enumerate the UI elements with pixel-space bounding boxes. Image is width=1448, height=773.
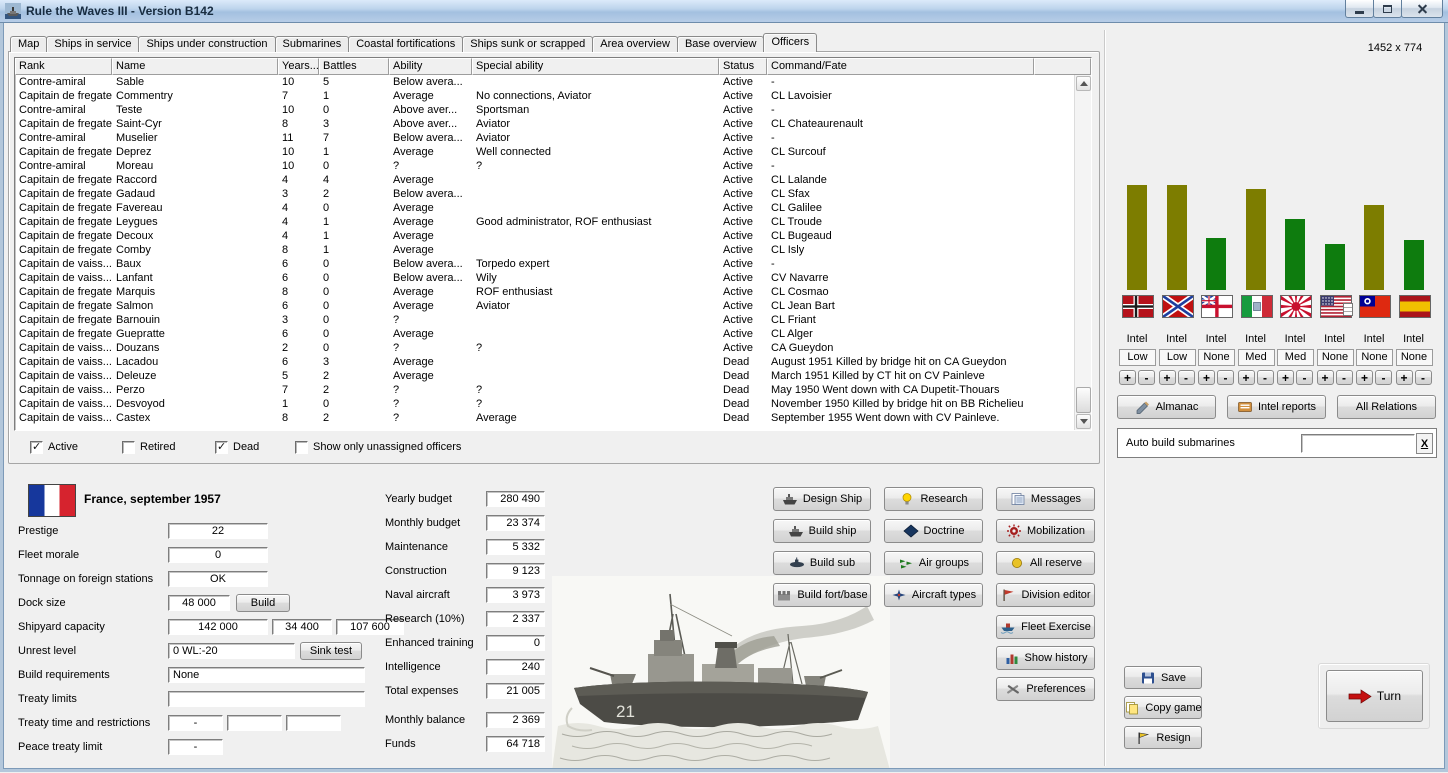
right-panel: IntelLow+-IntelLow+-IntelNone+-IntelMed+… [0,0,1448,772]
relation-minus-button[interactable]: - [1178,370,1195,385]
intel-label: Intel [1196,333,1236,345]
button-all-relations[interactable]: All Relations [1337,395,1436,419]
tab-base-overview[interactable]: Base overview [677,36,765,52]
intel-label: Intel [1394,333,1434,345]
chart-bar [1127,185,1147,290]
minimize-button[interactable] [1345,0,1374,18]
panel-divider [1104,30,1106,766]
chart-bar [1364,205,1384,290]
almanac-icon [1135,400,1151,414]
intel-label: Intel [1354,333,1394,345]
button-almanac[interactable]: Almanac [1117,395,1216,419]
tab-bar: MapShips in serviceShips under construct… [10,33,817,52]
app-icon [5,3,21,19]
button-intel-reports[interactable]: Intel reports [1227,395,1326,419]
button-label: All Relations [1356,401,1417,413]
china-flag-icon [1359,295,1391,318]
germany-flag-icon [1122,295,1154,318]
relation-minus-button[interactable]: - [1336,370,1353,385]
intel-level-value: Low [1119,349,1156,366]
intel-label: Intel [1315,333,1355,345]
button-label: Intel reports [1258,401,1316,413]
chart-bar [1206,238,1226,290]
auto-build-close-button[interactable]: X [1416,433,1433,454]
maximize-icon [1383,5,1392,13]
close-icon [1417,3,1428,14]
tab-coastal-fortifications[interactable]: Coastal fortifications [348,36,463,52]
intel-level-value: None [1356,349,1393,366]
close-button[interactable] [1401,0,1443,18]
turn-arrow-icon [1348,689,1372,704]
intel-label: Intel [1157,333,1197,345]
titlebar: Rule the Waves III - Version B142 [0,0,1448,23]
relation-minus-button[interactable]: - [1415,370,1432,385]
chart-bar [1246,189,1266,290]
minimize-icon [1355,11,1364,14]
tab-submarines[interactable]: Submarines [275,36,350,52]
relation-plus-button[interactable]: + [1198,370,1215,385]
relation-minus-button[interactable]: - [1217,370,1234,385]
uk-flag-icon [1201,295,1233,318]
maximize-button[interactable] [1373,0,1402,18]
relation-minus-button[interactable]: - [1257,370,1274,385]
intel-label: Intel [1236,333,1276,345]
relation-plus-button[interactable]: + [1119,370,1136,385]
tab-officers[interactable]: Officers [763,33,817,52]
tab-ships-sunk-or-scrapped[interactable]: Ships sunk or scrapped [462,36,593,52]
relation-plus-button[interactable]: + [1396,370,1413,385]
relation-plus-button[interactable]: + [1159,370,1176,385]
intel-level-value: None [1396,349,1433,366]
button-label: Almanac [1156,401,1199,413]
intel-level-value: Med [1277,349,1314,366]
relation-plus-button[interactable]: + [1356,370,1373,385]
tab-ships-in-service[interactable]: Ships in service [46,36,139,52]
treaty-document-icon [1343,303,1353,316]
relation-minus-button[interactable]: - [1138,370,1155,385]
intel-label: Intel [1275,333,1315,345]
chart-bar [1325,244,1345,290]
tab-map[interactable]: Map [10,36,47,52]
relation-plus-button[interactable]: + [1317,370,1334,385]
auto-build-input[interactable] [1301,434,1415,453]
spain-flag-icon [1399,295,1431,318]
intel-level-value: None [1317,349,1354,366]
intel-label: Intel [1117,333,1157,345]
intel-level-value: None [1198,349,1235,366]
intel-level-value: Low [1159,349,1196,366]
italy-flag-icon [1241,295,1273,318]
window-title: Rule the Waves III - Version B142 [26,4,214,18]
japan-flag-icon [1280,295,1312,318]
intel-level-value: Med [1238,349,1275,366]
auto-build-bar: Auto build submarines X [1117,428,1437,458]
relation-minus-button[interactable]: - [1375,370,1392,385]
tab-ships-under-construction[interactable]: Ships under construction [138,36,275,52]
relation-minus-button[interactable]: - [1296,370,1313,385]
intel-reports-icon [1237,400,1253,414]
relation-plus-button[interactable]: + [1238,370,1255,385]
chart-bar [1167,185,1187,290]
chart-bar [1285,219,1305,290]
turn-button-label: Turn [1377,689,1401,703]
tab-area-overview[interactable]: Area overview [592,36,678,52]
window-controls [1346,0,1443,22]
chart-bar [1404,240,1424,290]
russia-flag-icon [1162,295,1194,318]
relation-plus-button[interactable]: + [1277,370,1294,385]
turn-button[interactable]: Turn [1326,670,1423,722]
